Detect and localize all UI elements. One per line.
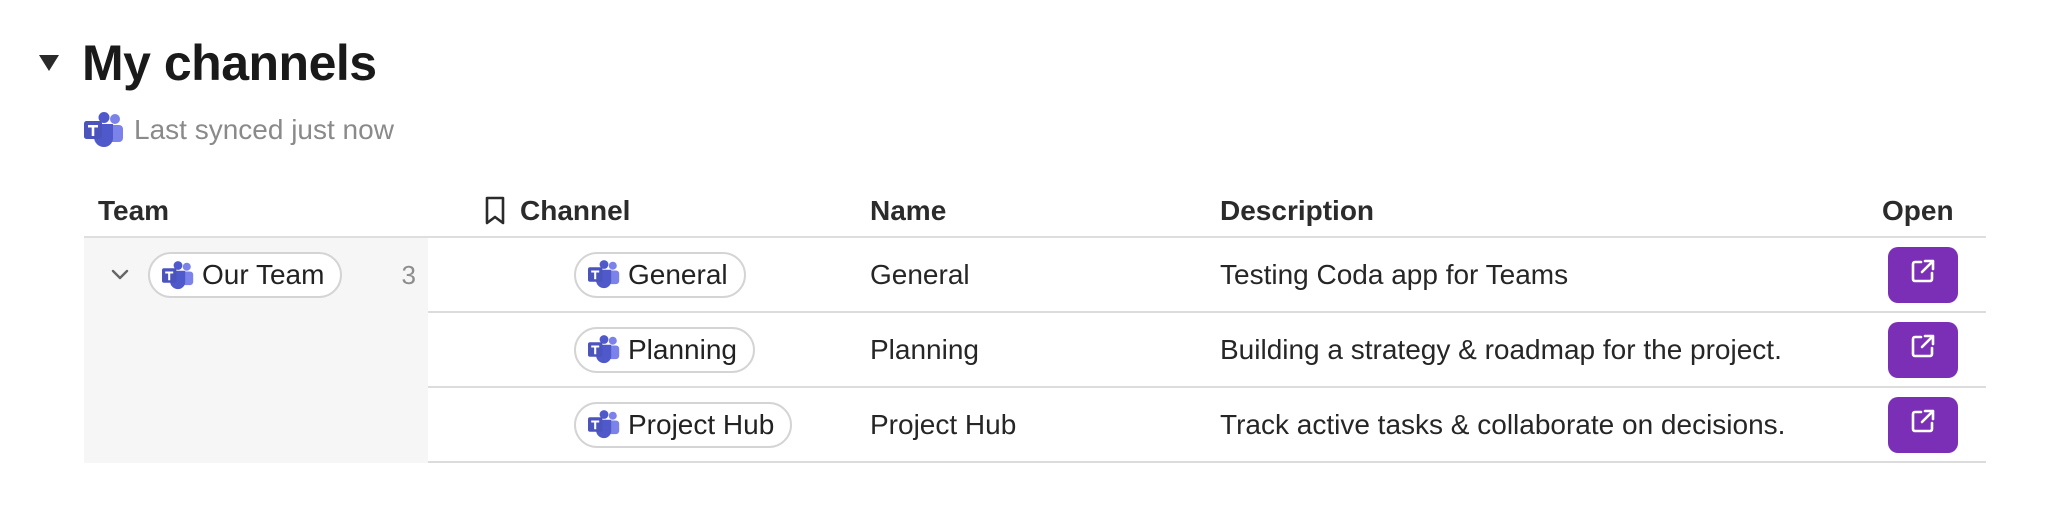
chevron-down-icon[interactable] — [106, 261, 134, 289]
sync-status: Last synced just now — [84, 112, 394, 148]
name-cell: General — [870, 258, 970, 290]
column-header-channel[interactable]: Channel — [484, 186, 630, 236]
channel-chip[interactable]: Planning — [574, 326, 755, 373]
team-chip-label: Our Team — [202, 259, 325, 290]
channel-chip-label: General — [628, 258, 728, 290]
table-body: Our Team 3 General General Testing Coda … — [84, 238, 1986, 463]
table-header: Team Channel Name Description Open — [84, 186, 1986, 238]
teams-logo-icon — [84, 112, 124, 148]
section-header: My channels — [34, 30, 377, 96]
bookmark-icon — [484, 196, 506, 226]
name-cell: Project Hub — [870, 408, 1017, 440]
channels-table: Team Channel Name Description Open Our T… — [84, 186, 1986, 463]
team-group: Our Team 3 — [106, 250, 416, 300]
open-button[interactable] — [1888, 246, 1958, 303]
team-chip[interactable]: Our Team — [148, 252, 343, 298]
teams-logo-icon — [588, 260, 620, 289]
column-header-description[interactable]: Description — [1220, 186, 1374, 236]
column-header-open-label: Open — [1882, 195, 1954, 226]
triangle-down-icon[interactable] — [34, 48, 64, 78]
channel-chip[interactable]: Project Hub — [574, 401, 793, 448]
column-header-channel-label: Channel — [520, 195, 631, 226]
teams-logo-icon — [162, 260, 194, 290]
channel-chip[interactable]: General — [574, 251, 746, 298]
channel-chip-label: Project Hub — [628, 408, 775, 440]
team-group-cell: Our Team 3 — [84, 238, 428, 463]
description-cell: Building a strategy & roadmap for the pr… — [1220, 333, 1782, 365]
channel-cell: Project Hub — [574, 388, 793, 461]
open-cell — [1888, 388, 1958, 461]
description-cell: Track active tasks & collaborate on deci… — [1220, 408, 1786, 440]
open-button[interactable] — [1888, 396, 1958, 453]
column-header-name[interactable]: Name — [870, 186, 946, 236]
external-link-icon — [1909, 407, 1937, 442]
table-row: Project Hub Project Hub Track active tas… — [428, 388, 1986, 463]
description-cell: Testing Coda app for Teams — [1220, 258, 1569, 290]
open-button[interactable] — [1888, 321, 1958, 378]
sync-status-text: Last synced just now — [134, 114, 394, 145]
open-cell — [1888, 313, 1958, 386]
column-header-description-label: Description — [1220, 195, 1375, 226]
external-link-icon — [1909, 332, 1937, 367]
page-title: My channels — [82, 35, 377, 91]
open-cell — [1888, 238, 1958, 311]
channel-cell: General — [574, 238, 746, 311]
teams-logo-icon — [588, 410, 620, 439]
teams-logo-icon — [588, 335, 620, 364]
channel-cell: Planning — [574, 313, 755, 386]
external-link-icon — [1909, 257, 1937, 292]
name-cell: Planning — [870, 333, 979, 365]
table-row: General General Testing Coda app for Tea… — [428, 238, 1986, 313]
column-header-name-label: Name — [870, 195, 947, 226]
column-header-team[interactable]: Team — [98, 186, 169, 236]
column-header-team-label: Team — [98, 195, 170, 226]
group-count: 3 — [401, 259, 416, 290]
column-header-open[interactable]: Open — [1882, 186, 1954, 236]
channel-chip-label: Planning — [628, 333, 737, 365]
table-row: Planning Planning Building a strategy & … — [428, 313, 1986, 388]
my-channels-page: My channels Last synced just now Team Ch… — [0, 0, 2048, 510]
